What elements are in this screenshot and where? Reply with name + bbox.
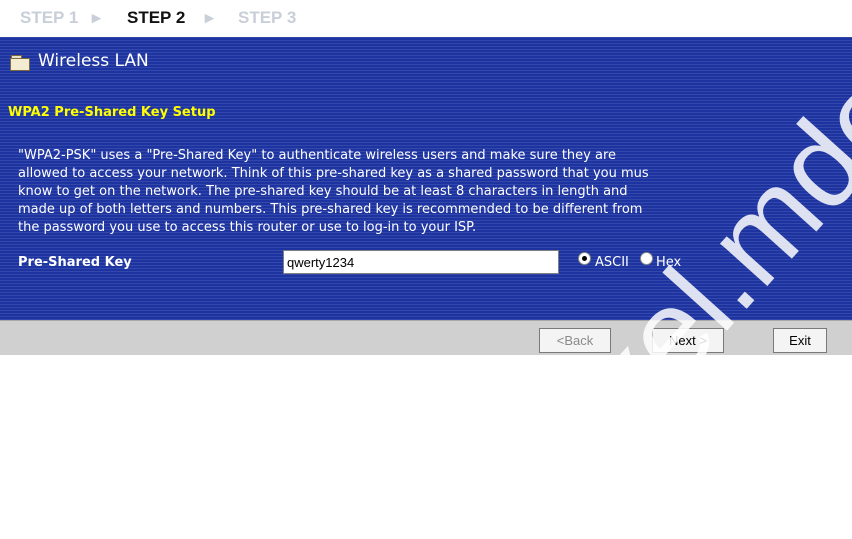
ascii-radio[interactable] — [578, 252, 591, 265]
step-2-label: STEP 2 — [127, 8, 186, 27]
section-title: WPA2 Pre-Shared Key Setup — [8, 105, 216, 120]
wizard-panel: Wireless LAN WPA2 Pre-Shared Key Setup "… — [0, 37, 852, 320]
back-button[interactable]: <Back — [539, 328, 611, 353]
hex-radio-label: Hex — [656, 255, 682, 270]
wizard-steps: STEP 1 ▸ STEP 2 ▸ STEP 3 — [0, 0, 852, 37]
ascii-radio-label: ASCII — [595, 255, 629, 270]
step-1-label: STEP 1 — [20, 8, 79, 27]
folder-icon — [10, 55, 30, 71]
description-text: "WPA2-PSK" uses a "Pre-Shared Key" to au… — [18, 147, 840, 235]
step-separator-1: ▸ — [92, 8, 101, 27]
description-line: allowed to access your network. Think of… — [18, 166, 649, 181]
hex-radio[interactable] — [640, 252, 653, 265]
description-line: the password you use to access this rout… — [18, 220, 477, 235]
page-title: Wireless LAN — [38, 51, 149, 71]
pre-shared-key-label: Pre-Shared Key — [18, 255, 132, 270]
exit-button[interactable]: Exit — [773, 328, 827, 353]
step-separator-2: ▸ — [205, 8, 214, 27]
description-line: know to get on the network. The pre-shar… — [18, 184, 628, 199]
next-button[interactable]: Next > — [652, 328, 724, 353]
step-3-label: STEP 3 — [238, 8, 297, 27]
wizard-footer: <Back Next > Exit — [0, 320, 852, 355]
description-line: "WPA2-PSK" uses a "Pre-Shared Key" to au… — [18, 148, 617, 163]
pre-shared-key-input[interactable] — [283, 250, 559, 274]
description-line: made up of both letters and numbers. Thi… — [18, 202, 643, 217]
